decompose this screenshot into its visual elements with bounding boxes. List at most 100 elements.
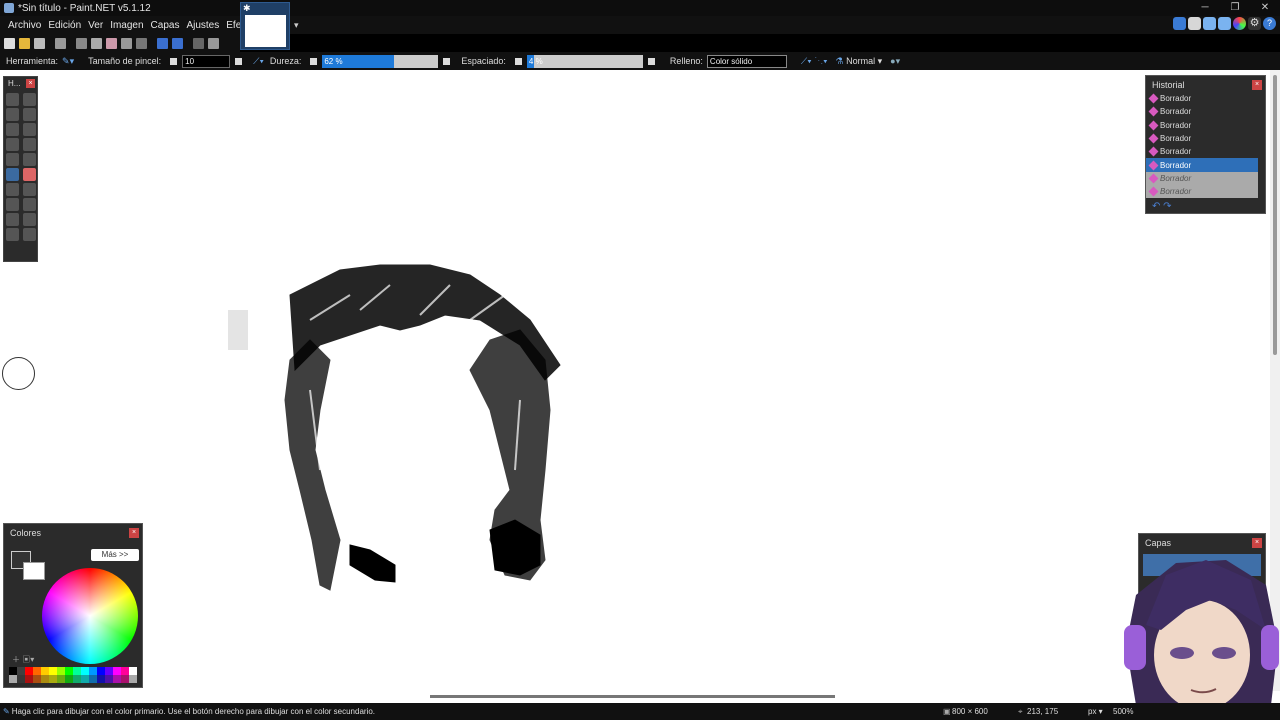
hardness-decrease-button[interactable] xyxy=(310,57,318,65)
palette-swatch[interactable] xyxy=(97,675,105,683)
pan-icon[interactable] xyxy=(23,138,36,151)
menu-edicion[interactable]: Edición xyxy=(48,20,81,31)
palette-swatch[interactable] xyxy=(121,667,129,675)
secondary-color-swatch[interactable] xyxy=(23,562,45,580)
hardness-slider[interactable]: 62 % xyxy=(322,54,439,68)
blend-mode-dropdown[interactable]: ⚗ Normal ▾ xyxy=(836,56,883,67)
palette-swatch[interactable] xyxy=(113,675,121,683)
eraser-icon[interactable] xyxy=(23,168,36,181)
palette-swatch[interactable] xyxy=(57,667,65,675)
palette-swatch[interactable] xyxy=(73,667,81,675)
palette-swatch[interactable] xyxy=(17,675,25,683)
history-toggle-icon[interactable] xyxy=(1188,17,1201,30)
magic-wand-icon[interactable] xyxy=(6,138,19,151)
spacing-increase-button[interactable] xyxy=(647,57,655,65)
palette-swatch[interactable] xyxy=(89,667,97,675)
line-curve-icon[interactable] xyxy=(23,213,36,226)
save-icon[interactable] xyxy=(34,37,45,49)
layers-close-button[interactable]: × xyxy=(1252,538,1262,548)
menu-ajustes[interactable]: Ajustes xyxy=(186,20,219,31)
gradient-icon[interactable] xyxy=(23,153,36,166)
clone-stamp-icon[interactable] xyxy=(6,198,19,211)
palette-icon[interactable] xyxy=(1233,17,1246,30)
settings-icon[interactable]: ⚙ xyxy=(1248,17,1261,30)
move-selected-icon[interactable] xyxy=(23,108,36,121)
paintbrush-icon[interactable] xyxy=(6,168,19,181)
colors-close-button[interactable]: × xyxy=(129,528,139,538)
antialias-icon[interactable]: ⟋▾ xyxy=(253,56,264,67)
layers-toggle-icon[interactable] xyxy=(1203,17,1216,30)
palette-swatch[interactable] xyxy=(25,675,33,683)
palette-swatch[interactable] xyxy=(65,667,73,675)
text-icon[interactable] xyxy=(6,213,19,226)
rect-select-icon[interactable] xyxy=(6,93,19,106)
shape-type-icon[interactable] xyxy=(23,228,36,241)
palette-swatch[interactable] xyxy=(105,667,113,675)
close-button[interactable]: ✕ xyxy=(1250,0,1280,16)
vertical-scroll-thumb[interactable] xyxy=(1273,75,1277,355)
selection-quality-icon[interactable]: ●▾ xyxy=(890,56,900,67)
palette-swatch[interactable] xyxy=(121,675,129,683)
color-wheel[interactable] xyxy=(42,568,138,664)
spacing-slider[interactable]: 4 % xyxy=(526,54,643,68)
palette-swatch[interactable] xyxy=(57,675,65,683)
palette-swatch[interactable] xyxy=(81,675,89,683)
drawing-canvas[interactable] xyxy=(0,70,1270,691)
horizontal-scroll-thumb[interactable] xyxy=(430,695,835,698)
horizontal-scrollbar[interactable] xyxy=(0,691,1280,703)
colors-toggle-icon[interactable] xyxy=(1218,17,1231,30)
palette-swatch[interactable] xyxy=(41,675,49,683)
units-dropdown[interactable]: px ▾ xyxy=(1088,707,1103,716)
undo-icon[interactable] xyxy=(157,37,168,49)
menu-capas[interactable]: Capas xyxy=(151,20,180,31)
brush-size-field[interactable]: 10 xyxy=(182,54,231,68)
palette-swatch[interactable] xyxy=(129,675,137,683)
palette-swatch[interactable] xyxy=(73,675,81,683)
palette-swatch[interactable] xyxy=(33,667,41,675)
ellipse-select-icon[interactable] xyxy=(6,123,19,136)
redo-icon[interactable] xyxy=(172,37,183,49)
palette-swatch[interactable] xyxy=(89,675,97,683)
lasso-select-icon[interactable] xyxy=(6,108,19,121)
palette-swatch[interactable] xyxy=(9,667,17,675)
palette-swatch[interactable] xyxy=(41,667,49,675)
zoom-icon[interactable] xyxy=(23,123,36,136)
brush-size-increase-button[interactable] xyxy=(235,57,243,65)
copy-icon[interactable] xyxy=(91,37,102,49)
add-color-icon[interactable]: ＋ ▣▾ xyxy=(12,654,34,665)
fill-dropdown[interactable]: Color sólido xyxy=(706,54,787,68)
crop-icon[interactable] xyxy=(121,37,132,49)
print-icon[interactable] xyxy=(55,37,66,49)
shapes-icon[interactable] xyxy=(6,228,19,241)
palette-swatch[interactable] xyxy=(17,667,25,675)
history-undo-icon[interactable]: ↶ xyxy=(1152,201,1160,212)
palette-swatch[interactable] xyxy=(33,675,41,683)
minimize-button[interactable]: ─ xyxy=(1190,0,1220,16)
brush-size-decrease-button[interactable] xyxy=(170,57,178,65)
zoom-value[interactable]: 500% xyxy=(1113,707,1133,716)
palette-swatch[interactable] xyxy=(49,675,57,683)
palette-swatch[interactable] xyxy=(65,675,73,683)
paint-bucket-icon[interactable] xyxy=(6,153,19,166)
history-redo-icon[interactable]: ↷ xyxy=(1163,201,1171,212)
palette-swatch[interactable] xyxy=(113,667,121,675)
palette-swatch[interactable] xyxy=(105,675,113,683)
palette-swatch[interactable] xyxy=(49,667,57,675)
history-item[interactable]: Borrador xyxy=(1146,119,1258,132)
history-item[interactable]: Borrador xyxy=(1146,185,1258,199)
deselect-icon[interactable] xyxy=(136,37,147,49)
color-palette[interactable] xyxy=(9,667,139,683)
color-picker-icon[interactable] xyxy=(23,183,36,196)
history-item[interactable]: Borrador xyxy=(1146,158,1258,172)
history-item[interactable]: Borrador xyxy=(1146,132,1258,145)
history-item[interactable]: Borrador xyxy=(1146,171,1258,186)
paste-icon[interactable] xyxy=(106,37,117,49)
history-close-button[interactable]: × xyxy=(1252,80,1262,90)
grid-icon[interactable] xyxy=(193,37,204,49)
maximize-button[interactable]: ❐ xyxy=(1220,0,1250,16)
pencil-icon[interactable] xyxy=(6,183,19,196)
menu-archivo[interactable]: Archivo xyxy=(8,20,41,31)
palette-swatch[interactable] xyxy=(25,667,33,675)
new-icon[interactable] xyxy=(4,37,15,49)
palette-swatch[interactable] xyxy=(129,667,137,675)
